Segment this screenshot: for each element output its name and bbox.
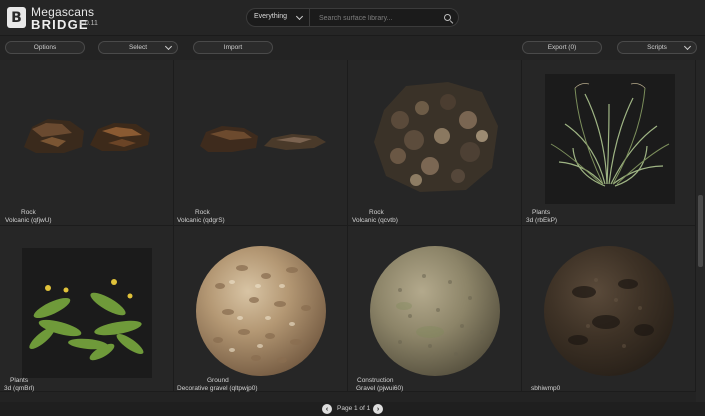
chevron-down-icon [683, 42, 692, 51]
asset-tile[interactable]: Rock Volcanic (qfjwU) [0, 60, 174, 226]
asset-category: Rock [369, 209, 384, 216]
asset-thumbnail [200, 126, 326, 152]
asset-category: Rock [21, 209, 36, 216]
asset-grid: Rock Volcanic (qfjwU) Rock Volcanic (qdg… [0, 60, 705, 402]
search-box [310, 8, 459, 27]
options-label: Options [33, 44, 57, 51]
options-button[interactable]: Options [5, 41, 85, 54]
scrollbar-thumb[interactable] [698, 195, 703, 267]
chevron-down-icon [164, 42, 173, 51]
asset-category: Rock [195, 209, 210, 216]
asset-thumbnail [545, 74, 675, 204]
scripts-dropdown[interactable]: Scripts [617, 41, 697, 54]
asset-name: 3d (qmBrl) [4, 385, 35, 392]
export-label: Export (0) [547, 44, 577, 51]
asset-tile[interactable]: Plants 3d (qmBrl) [0, 226, 174, 392]
asset-name: Decorative gravel (qltpwjp0) [177, 385, 258, 392]
asset-tile[interactable]: sbhiwmp0 [522, 226, 696, 392]
asset-category: Plants [10, 377, 29, 384]
asset-tile[interactable]: Plants 3d (rbEkP) [522, 60, 696, 226]
page-indicator: Page 1 of 1 [337, 405, 371, 412]
search-input[interactable] [319, 11, 434, 25]
asset-tile[interactable]: Ground Decorative gravel (qltpwjp0) [174, 226, 348, 392]
asset-tile[interactable]: Rock Volcanic (qcvtb) [348, 60, 522, 226]
asset-category: Plants [532, 209, 551, 216]
chevron-left-icon: ‹ [325, 405, 329, 413]
import-label: Import [223, 44, 243, 51]
asset-name: Volcanic (qfjwU) [5, 217, 52, 224]
export-button[interactable]: Export (0) [522, 41, 602, 54]
import-button[interactable]: Import [193, 41, 273, 54]
asset-category: Ground [207, 377, 229, 384]
select-label: Select [128, 44, 148, 51]
asset-thumbnail [374, 82, 498, 192]
scripts-label: Scripts [647, 44, 667, 51]
next-page-button[interactable]: › [373, 404, 383, 414]
asset-tile[interactable]: Construction Gravel (pjwui60) [348, 226, 522, 392]
pagination-bar: ‹ Page 1 of 1 › [0, 402, 705, 416]
asset-thumbnail [24, 119, 150, 153]
select-dropdown[interactable]: Select [98, 41, 178, 54]
asset-category: Construction [357, 377, 394, 384]
asset-name: Gravel (pjwui60) [356, 385, 404, 392]
app-version: 1.0.11 [79, 20, 98, 27]
asset-name: Volcanic (qdgrS) [177, 217, 225, 224]
bridge-logo-icon: B [7, 7, 26, 28]
asset-name: Volcanic (qcvtb) [352, 217, 398, 224]
search-filter-dropdown[interactable]: Everything [246, 8, 310, 27]
asset-thumbnail [544, 246, 674, 376]
asset-name: 3d (rbEkP) [526, 217, 558, 224]
chevron-down-icon [295, 12, 304, 21]
asset-thumbnail [22, 248, 152, 378]
top-bar: B Megascans BRIDGE 1.0.11 Everything [0, 0, 705, 36]
toolbar: Options Select Import Export (0) Scripts [0, 37, 705, 59]
asset-thumbnail [196, 246, 326, 376]
asset-thumbnail [370, 246, 500, 376]
asset-tile[interactable]: Rock Volcanic (qdgrS) [174, 60, 348, 226]
previous-page-button[interactable]: ‹ [322, 404, 332, 414]
chevron-right-icon: › [376, 405, 380, 413]
search-filter-value: Everything [254, 13, 288, 20]
asset-name: sbhiwmp0 [531, 385, 561, 392]
search-icon[interactable] [444, 14, 451, 21]
